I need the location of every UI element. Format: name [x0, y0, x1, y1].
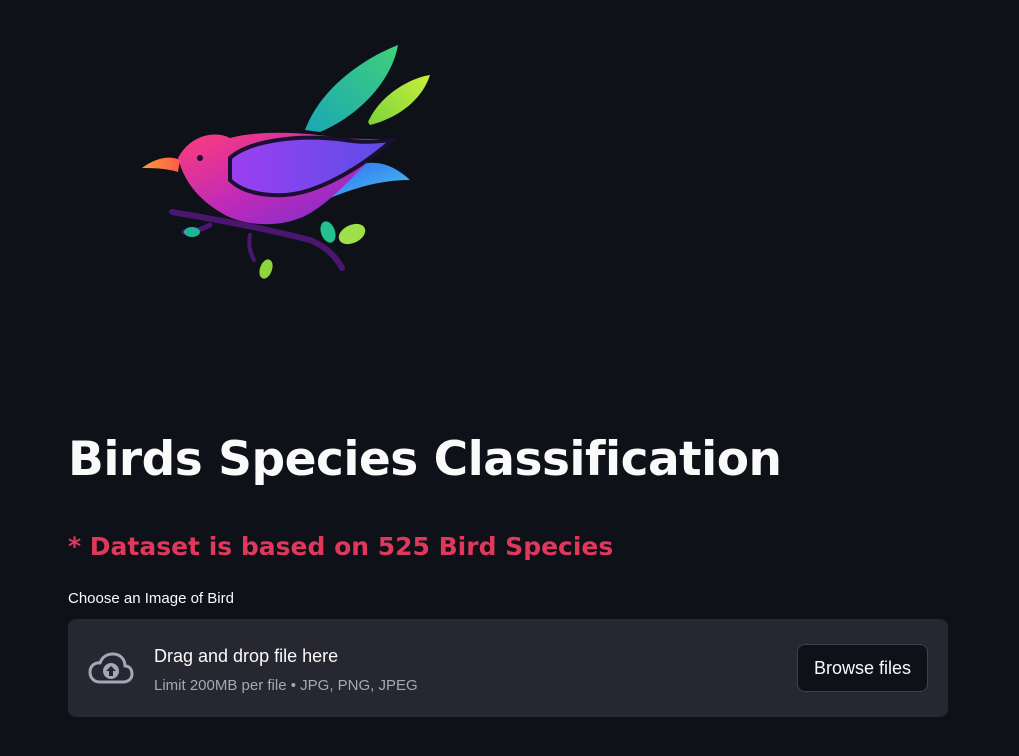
bird-logo-icon [130, 40, 450, 290]
cloud-upload-icon [88, 651, 134, 687]
dropzone-limits: Limit 200MB per file • JPG, PNG, JPEG [154, 677, 418, 694]
file-dropzone[interactable]: Drag and drop file here Limit 200MB per … [68, 619, 948, 717]
page-title: Birds Species Classification [68, 432, 782, 487]
dataset-note: * Dataset is based on 525 Bird Species [68, 532, 614, 561]
uploader-label: Choose an Image of Bird [68, 590, 234, 607]
browse-files-button[interactable]: Browse files [796, 644, 928, 692]
dropzone-instruction: Drag and drop file here [154, 646, 339, 666]
